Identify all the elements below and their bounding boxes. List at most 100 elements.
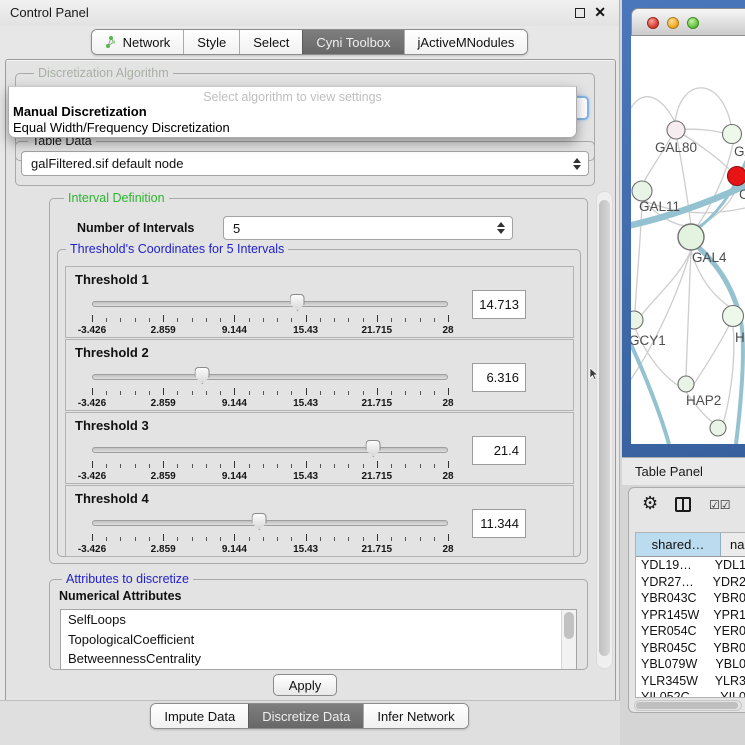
table-row[interactable]: YBR045CYBR0 (636, 640, 745, 657)
tick-label: -3.426 (78, 544, 106, 555)
spinner-stepper-icon[interactable] (497, 222, 505, 234)
numerical-attributes-list[interactable]: SelfLoopsTopologicalCoefficientBetweenne… (60, 609, 577, 670)
column-header-name[interactable]: na (721, 533, 745, 556)
cell-shared-name: YBR043C (636, 591, 704, 605)
tab-impute-data[interactable]: Impute Data (151, 704, 248, 728)
cell-name: YER0 (704, 624, 745, 638)
network-node-ga[interactable] (723, 125, 742, 144)
tab-jactivemnodules[interactable]: jActiveMNodules (404, 30, 528, 54)
zoom-traffic-light-icon[interactable] (687, 17, 699, 29)
select-columns-icon[interactable]: ☑☑ (709, 498, 731, 512)
tick-label: -3.426 (78, 398, 106, 409)
threshold-panel-2: Threshold 2 -3.4262.8599.14415.4321.71528… (65, 339, 574, 411)
main-vertical-scrollbar[interactable] (596, 191, 613, 669)
threshold-slider-1[interactable]: -3.4262.8599.14415.4321.71528 (92, 294, 448, 336)
minimize-traffic-light-icon[interactable] (667, 17, 679, 29)
table-row[interactable]: YPR145WYPR1 (636, 607, 745, 624)
threshold-value-field[interactable]: 11.344 (472, 509, 526, 538)
attribute-item-betweennesscentrality[interactable]: BetweennessCentrality (61, 649, 576, 669)
tick-label: 9.144 (222, 544, 247, 555)
network-node-label: GAL80 (655, 140, 697, 155)
table-header-row: shared… na (636, 533, 745, 557)
table-data-combobox[interactable]: galFiltered.sif default node (21, 151, 589, 176)
bottom-tab-group: Impute DataDiscretize DataInfer Network (150, 703, 468, 729)
tab-discretize-data[interactable]: Discretize Data (248, 704, 363, 728)
slider-track[interactable] (92, 447, 448, 453)
threshold-value-field[interactable]: 14.713 (472, 290, 526, 319)
slider-track[interactable] (92, 301, 448, 307)
threshold-slider-2[interactable]: -3.4262.8599.14415.4321.71528 (92, 367, 448, 409)
network-node-label: GAL4 (692, 250, 727, 265)
table-row[interactable]: YIL052CYIL0 (636, 689, 745, 698)
node-table: shared… na YDL19…YDL1YDR27…YDR2YBR043CYB… (635, 532, 745, 698)
slider-thumb[interactable] (290, 294, 305, 311)
network-node-label: GCY1 (631, 333, 666, 348)
network-node[interactable] (710, 420, 726, 436)
tab-style[interactable]: Style (183, 30, 239, 54)
network-node-gal80[interactable] (667, 121, 685, 139)
discretization-algorithm-group-label: Discretization Algorithm (34, 66, 173, 80)
slider-thumb[interactable] (195, 367, 210, 384)
columns-icon[interactable] (675, 497, 691, 512)
threshold-value-field[interactable]: 6.316 (472, 363, 526, 392)
algorithm-dropdown-prompt: Select algorithm to view settings (9, 90, 576, 104)
attributes-list-scrollbar[interactable] (561, 610, 576, 669)
tick-label: 15.43 (293, 325, 318, 336)
tick-label: 15.43 (293, 398, 318, 409)
threshold-label: Threshold 3 (75, 418, 149, 433)
slider-track[interactable] (92, 374, 448, 380)
close-traffic-light-icon[interactable] (647, 17, 659, 29)
network-node-label: GAL11 (639, 199, 680, 214)
tab-infer-network[interactable]: Infer Network (363, 704, 467, 728)
attributes-group: Attributes to discretize Numerical Attri… (49, 579, 588, 670)
table-row[interactable]: YDR27…YDR2 (636, 574, 745, 591)
algorithm-option-manual-discretization[interactable]: Manual Discretization (13, 104, 572, 120)
cell-shared-name: YBL079W (636, 657, 706, 671)
slider-thumb[interactable] (366, 440, 381, 457)
tab-label: Select (253, 35, 289, 50)
gear-icon[interactable]: ⚙ (642, 493, 658, 514)
number-of-intervals-spinner[interactable]: 5 (223, 216, 513, 240)
network-window: GAL80GACGAL11GAL4GCY1HHAP2 (622, 0, 745, 457)
float-window-icon[interactable] (575, 8, 585, 18)
cell-name: YIL0 (711, 690, 745, 698)
attribute-item-selfloops[interactable]: SelfLoops (61, 610, 576, 630)
tab-label: Network (123, 35, 171, 50)
combobox-stepper-icon[interactable] (573, 158, 581, 170)
network-canvas[interactable]: GAL80GACGAL11GAL4GCY1HHAP2 (631, 36, 745, 444)
slider-thumb[interactable] (252, 513, 267, 530)
tab-cyni-toolbox[interactable]: Cyni Toolbox (302, 30, 403, 54)
network-node-gal4[interactable] (678, 224, 704, 250)
attribute-item-topologicalcoefficient[interactable]: TopologicalCoefficient (61, 630, 576, 650)
tick-label: -3.426 (78, 325, 106, 336)
close-icon[interactable]: ✕ (594, 4, 606, 21)
threshold-slider-3[interactable]: -3.4262.8599.14415.4321.71528 (92, 440, 448, 482)
table-data-selected-value: galFiltered.sif default node (31, 152, 183, 175)
network-node-gcy1[interactable] (631, 311, 643, 329)
table-horizontal-scrollbar[interactable] (634, 700, 742, 711)
network-node-c[interactable] (728, 167, 745, 186)
table-row[interactable]: YBL079WYBL0 (636, 656, 745, 673)
threshold-value-field[interactable]: 21.4 (472, 436, 526, 465)
network-node-h[interactable] (723, 306, 744, 327)
table-row[interactable]: YBR043CYBR0 (636, 590, 745, 607)
table-row[interactable]: YLR345WYLR3 (636, 673, 745, 690)
algorithm-dropdown-options: Manual DiscretizationEqual Width/Frequen… (13, 104, 572, 135)
threshold-panel-3: Threshold 3 -3.4262.8599.14415.4321.71528… (65, 412, 574, 484)
network-icon (105, 36, 117, 48)
tab-select[interactable]: Select (239, 30, 302, 54)
tab-network[interactable]: Network (92, 30, 184, 54)
control-panel-window: Control Panel ✕ NetworkStyleSelectCyni T… (0, 0, 620, 745)
slider-track[interactable] (92, 520, 448, 526)
tick-label: 2.859 (151, 398, 176, 409)
table-row[interactable]: YDL19…YDL1 (636, 557, 745, 574)
apply-button[interactable]: Apply (273, 674, 337, 696)
algorithm-option-equal-width-frequency-discretization[interactable]: Equal Width/Frequency Discretization (13, 120, 572, 136)
threshold-label: Threshold 2 (75, 345, 149, 360)
tab-label: Cyni Toolbox (316, 35, 390, 50)
network-node-gal11[interactable] (632, 181, 652, 201)
table-row[interactable]: YER054CYER0 (636, 623, 745, 640)
network-node-hap2[interactable] (678, 376, 694, 392)
threshold-slider-4[interactable]: -3.4262.8599.14415.4321.71528 (92, 513, 448, 555)
column-header-shared-name[interactable]: shared… (636, 533, 721, 556)
